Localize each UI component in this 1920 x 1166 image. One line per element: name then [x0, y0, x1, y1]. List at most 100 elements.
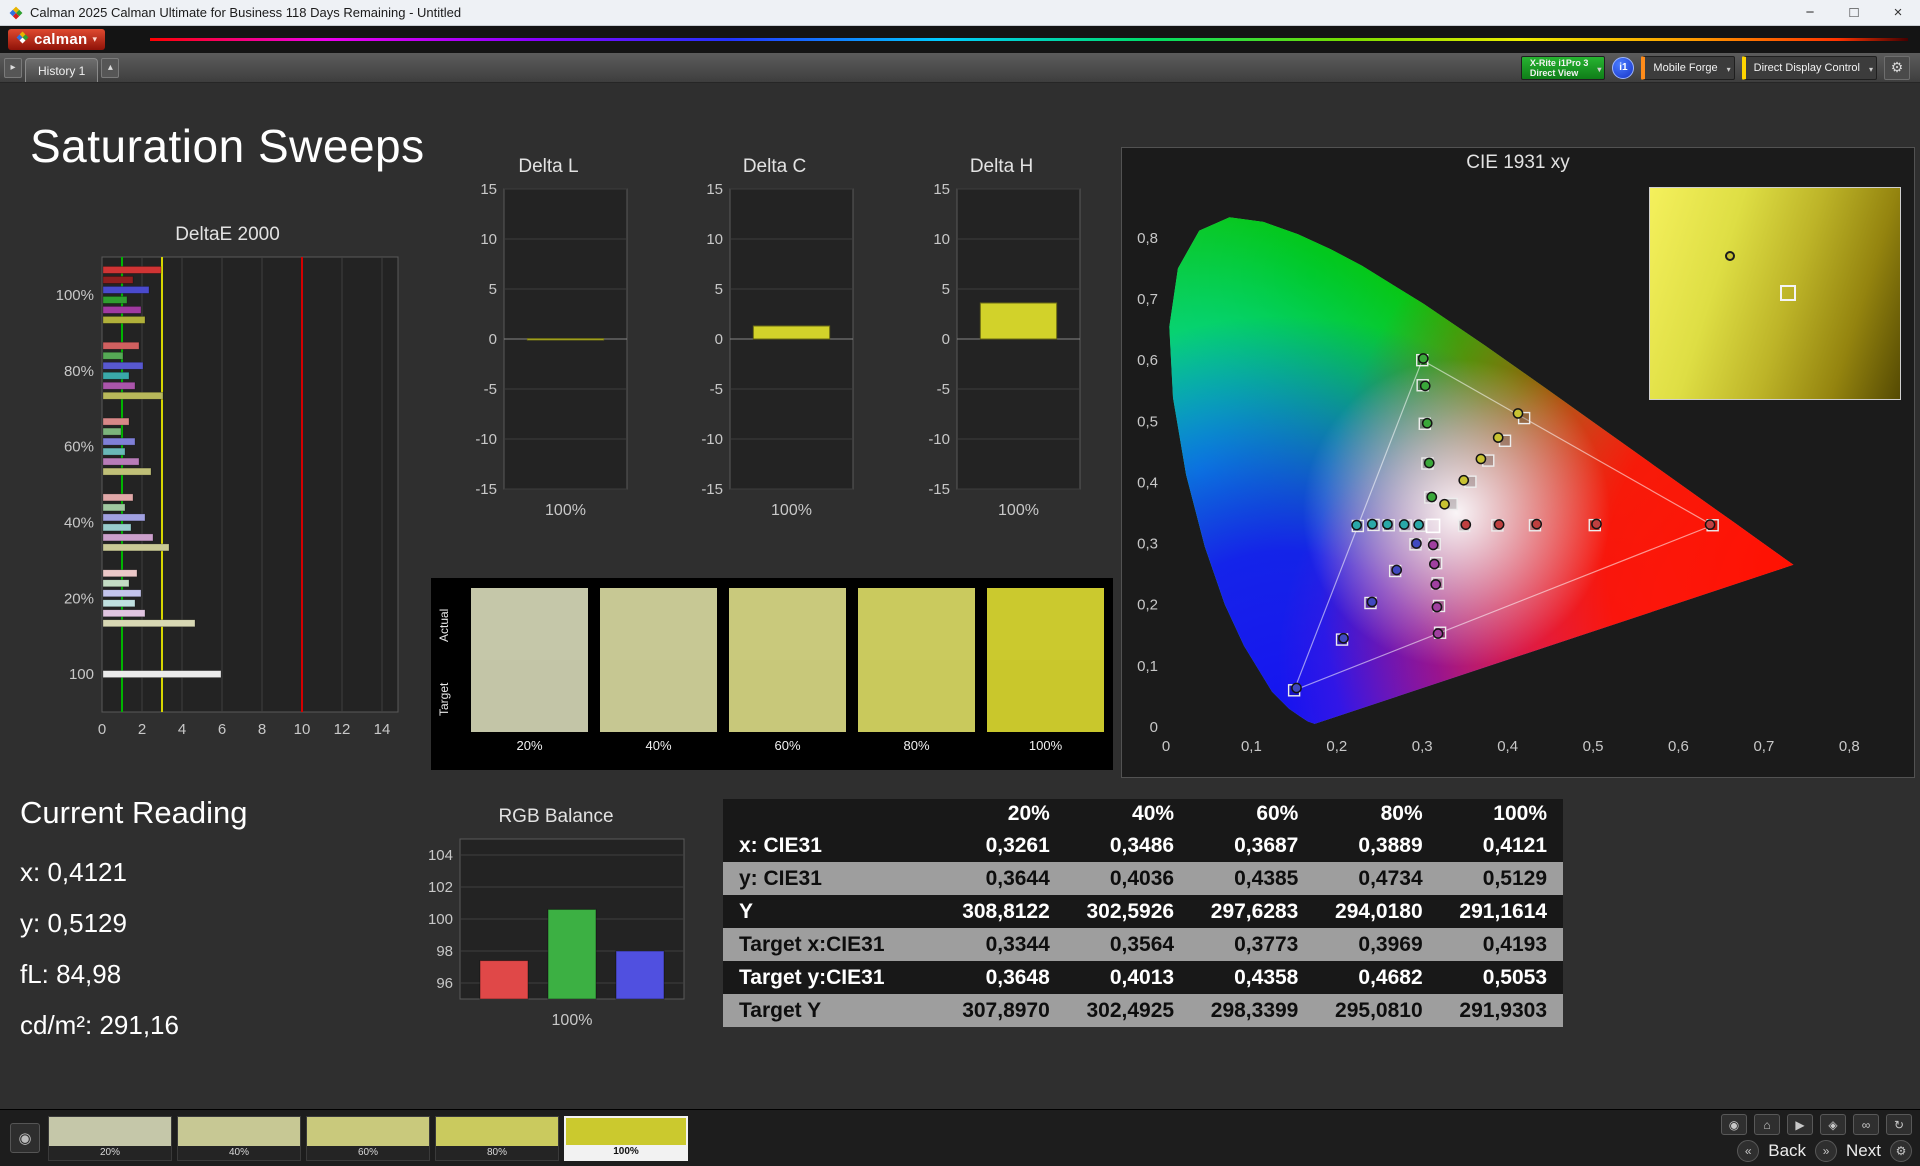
- preview-toggle-button[interactable]: ◉: [10, 1123, 40, 1153]
- measurement-table: 20% 40% 60% 80% 100% x: CIE31 0,3261 0,3486 0,36…: [723, 799, 1563, 1027]
- pattern-thumb-40%[interactable]: 40%: [177, 1116, 301, 1161]
- pattern-thumb-60%[interactable]: 60%: [306, 1116, 430, 1161]
- table-row: y: CIE31 0,3644 0,4036 0,4385 0,4734 0,5129: [723, 862, 1563, 895]
- table-cell: 308,8122: [962, 899, 1050, 923]
- svg-text:-15: -15: [701, 481, 723, 498]
- svg-text:-5: -5: [484, 381, 497, 398]
- visibility-button[interactable]: ◉: [1721, 1114, 1747, 1135]
- svg-text:5: 5: [715, 281, 723, 298]
- back-button[interactable]: Back: [1768, 1141, 1806, 1161]
- source-select[interactable]: Mobile Forge ▾: [1641, 55, 1735, 80]
- pattern-thumb-100%[interactable]: 100%: [564, 1116, 688, 1161]
- table-cell: 0,4358: [1234, 965, 1299, 989]
- svg-text:0,3: 0,3: [1137, 536, 1158, 553]
- swatch-column-80%: 80%: [858, 588, 975, 753]
- actual-row-label: Actual: [437, 608, 451, 642]
- svg-text:0,1: 0,1: [1241, 738, 1262, 755]
- svg-text:0,7: 0,7: [1137, 291, 1158, 308]
- svg-text:100%: 100%: [56, 287, 94, 304]
- settings-button[interactable]: ⚙: [1884, 55, 1910, 80]
- bottom-settings-button[interactable]: ⚙: [1890, 1140, 1912, 1162]
- close-button[interactable]: ×: [1876, 0, 1920, 25]
- tab-history-1[interactable]: History 1: [25, 58, 99, 82]
- table-cell: 0,3969: [1358, 932, 1423, 956]
- display-control-select[interactable]: Direct Display Control ▾: [1741, 55, 1877, 80]
- maximize-button[interactable]: □: [1832, 0, 1876, 25]
- column-header: 100%: [1438, 799, 1563, 829]
- svg-text:10: 10: [294, 721, 311, 738]
- table-cell: 0,3889: [1358, 833, 1423, 857]
- utility-icon-row: ◉ ⌂ ▶ ◈ ∞ ↻: [1721, 1114, 1912, 1135]
- rgb-chart: 104 102 100 98 96 100%: [413, 831, 699, 1041]
- svg-text:0: 0: [489, 331, 497, 348]
- swatch-column-40%: 40%: [600, 588, 717, 753]
- row-label: Y: [739, 899, 754, 923]
- refresh-button[interactable]: ↻: [1886, 1114, 1912, 1135]
- svg-text:0,1: 0,1: [1137, 658, 1158, 675]
- rewind-button[interactable]: «: [1737, 1140, 1760, 1162]
- reading-cdm2: cd/m²: 291,16: [20, 1010, 179, 1040]
- svg-text:0,4: 0,4: [1497, 738, 1518, 755]
- minimize-button[interactable]: −: [1788, 0, 1832, 25]
- svg-text:80%: 80%: [64, 363, 94, 380]
- pane-expander-button[interactable]: ▸: [4, 57, 22, 78]
- meter-select[interactable]: X-Rite i1Pro 3 Direct View ▾: [1520, 55, 1606, 80]
- swatch-strip: 20% 40% 60% 80% 100%: [471, 588, 1104, 753]
- actual-patch: [858, 588, 975, 660]
- link-button[interactable]: ∞: [1853, 1114, 1879, 1135]
- svg-text:96: 96: [436, 975, 453, 992]
- forward-button[interactable]: »: [1815, 1140, 1838, 1162]
- svg-text:-10: -10: [475, 431, 497, 448]
- table-cell: 0,3648: [985, 965, 1050, 989]
- svg-text:100%: 100%: [545, 502, 586, 519]
- corner-cell: [723, 799, 942, 829]
- svg-text:0,2: 0,2: [1137, 597, 1158, 614]
- delta-h-chart: 15 10 5 0 -5 -10 -15 100%: [913, 181, 1090, 526]
- table-cell: 307,8970: [962, 998, 1050, 1022]
- meter-mode: Direct View: [1529, 67, 1579, 78]
- next-button[interactable]: Next: [1846, 1141, 1881, 1161]
- svg-text:100%: 100%: [771, 502, 812, 519]
- table-cell: 0,3261: [985, 833, 1050, 857]
- svg-text:100%: 100%: [552, 1012, 593, 1029]
- table-cell: 0,3564: [1109, 932, 1175, 956]
- svg-text:5: 5: [942, 281, 950, 298]
- svg-text:40%: 40%: [64, 514, 94, 531]
- svg-text:20%: 20%: [64, 590, 94, 607]
- delta-c-chart: 15 10 5 0 -5 -10 -15 100%: [686, 181, 863, 526]
- delta-c-title: Delta C: [742, 156, 807, 177]
- table-cell: 0,5129: [1482, 866, 1547, 890]
- target-patch: [729, 660, 846, 732]
- svg-text:0: 0: [1162, 738, 1170, 755]
- delta-h-panel: Delta H 15 10 5 0 -5 -10 -15 100%: [913, 155, 1090, 526]
- svg-text:0: 0: [942, 331, 950, 348]
- current-reading-title: Current Reading: [20, 795, 248, 830]
- table-cell: 0,3773: [1234, 932, 1299, 956]
- svg-text:-10: -10: [701, 431, 723, 448]
- svg-text:0: 0: [715, 331, 723, 348]
- pattern-thumb-20%[interactable]: 20%: [48, 1116, 172, 1161]
- pattern-thumb-80%[interactable]: 80%: [435, 1116, 559, 1161]
- delta-l-panel: Delta L 15 10 5 0 -5 -10 -15 100%: [460, 155, 637, 526]
- svg-text:0,4: 0,4: [1137, 474, 1158, 491]
- calman-app: Calman 2025 Calman Ultimate for Business…: [0, 0, 1920, 1166]
- marker-button[interactable]: ◈: [1820, 1114, 1846, 1135]
- deltae-chart: 0 2 4 6 8 10 12 14 100% 80% 60% 40% 20% 100: [45, 249, 410, 769]
- calman-menu-button[interactable]: calman ▾: [8, 29, 106, 50]
- target-patch: [987, 660, 1104, 732]
- target-patch: [471, 660, 588, 732]
- play-button[interactable]: ▶: [1787, 1114, 1813, 1135]
- svg-text:8: 8: [258, 721, 266, 738]
- thumb-patch: [566, 1118, 686, 1145]
- deltae-chart-panel: DeltaE 2000 0 2 4 6 8 10 12 14 100% 80% 60% 40% 20% 1…: [45, 223, 410, 769]
- cie-zoom-inset: [1649, 187, 1901, 400]
- window-title: Calman 2025 Calman Ultimate for Business…: [30, 5, 462, 20]
- meter-status-badge: i1: [1612, 56, 1635, 79]
- swatch-column-20%: 20%: [471, 588, 588, 753]
- home-button[interactable]: ⌂: [1754, 1114, 1780, 1135]
- svg-text:102: 102: [428, 879, 453, 896]
- swatch-column-60%: 60%: [729, 588, 846, 753]
- pattern-thumbnails: 20% 40% 60% 80% 100%: [48, 1116, 688, 1161]
- history-collapse-button[interactable]: ▴: [101, 57, 120, 78]
- row-label: x: CIE31: [739, 833, 822, 857]
